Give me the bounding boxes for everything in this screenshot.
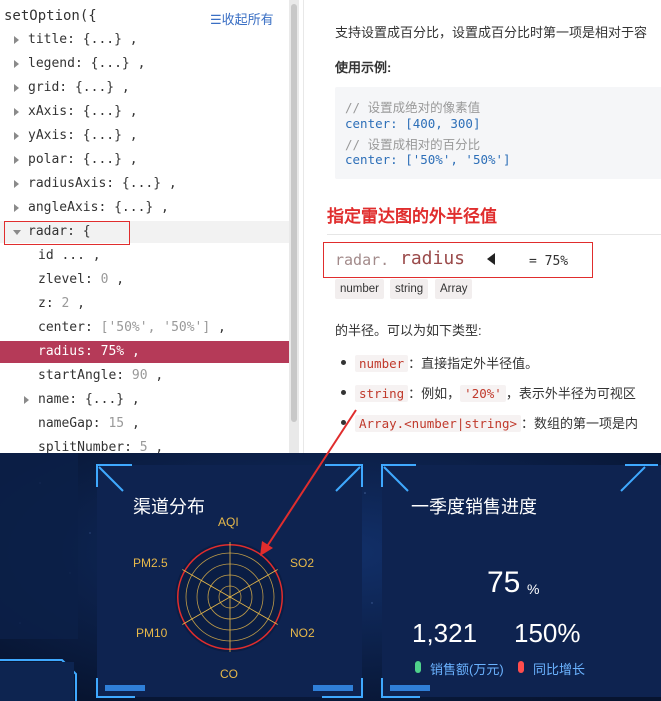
legend-growth-marker [518,661,524,673]
tree-item-grid[interactable]: grid: {...} , [0,77,289,99]
tree-root-label: setOption({ [4,8,97,24]
doc-panel: 支持设置成百分比，设置成百分比时第一项是相对于容 使用示例: // 设置成绝对的… [303,0,661,453]
radar-indicator-pm25: PM2.5 [133,556,168,570]
progress-percent: 75 [487,566,521,599]
divider [303,0,304,453]
radar-indicator-pm10: PM10 [136,626,168,640]
tree-item-name[interactable]: name: {...} , [0,389,289,411]
usage-title: 使用示例: [335,60,392,75]
dashboard: 渠道分布 AQI SO2 NO2 CO PM10 PM2.5 一季度销售进度 7… [0,453,661,701]
expand-icon [14,180,19,188]
progress-percent-unit: % [527,581,540,597]
tree-item-z[interactable]: z: 2 , [0,293,289,315]
panel1-title: 渠道分布 [133,497,205,517]
type-tag-number: number [335,279,384,299]
heading-rule [327,234,661,235]
tree-item-yaxis[interactable]: yAxis: {...} , [0,125,289,147]
section-heading: 指定雷达图的外半径值 [327,207,497,227]
radar-indicator-co: CO [220,667,238,681]
tree-item-center[interactable]: center: ['50%', '50%'] , [0,317,289,339]
tree-scrollbar-thumb[interactable] [291,4,297,422]
radar-indicator-no2: NO2 [290,626,315,640]
expand-icon [14,132,19,140]
legend-sales-marker [415,661,421,673]
sales-value: 1,321 [412,618,478,648]
bullet-string: string ：例如， '20%' ，表示外半径为可视区 [355,383,636,402]
option-tree: setOption({ ☰收起所有 title: {...} , legend:… [0,0,300,453]
tree-item-title[interactable]: title: {...} , [0,29,289,51]
bullet-array: Array.<number|string> ：数组的第一项是内 [355,413,638,432]
panel2-title: 一季度销售进度 [411,497,537,517]
expand-icon [14,84,19,92]
bullet-number: number ：直接指定外半径值。 [355,353,538,372]
doc-intro-text: 支持设置成百分比，设置成百分比时第一项是相对于容 [335,25,648,40]
expand-icon [14,108,19,116]
expand-icon [24,396,29,404]
tree-item-angleaxis[interactable]: angleAxis: {...} , [0,197,289,219]
collapse-triangle-icon[interactable] [487,253,495,265]
tree-item-splitnumber[interactable]: splitNumber: 5 , [0,437,289,453]
tree-item-id[interactable]: id ... , [0,245,289,267]
bullet-dot [341,390,346,395]
doc-description: 的半径。可以为如下类型: [335,323,482,338]
legend-sales-label: 销售额(万元) [430,662,504,677]
prop-prefix: radar. [335,251,390,269]
radar-indicator-so2: SO2 [290,556,315,570]
tree-item-zlevel[interactable]: zlevel: 0 , [0,269,289,291]
tree-item-xaxis[interactable]: xAxis: {...} , [0,101,289,123]
expand-icon [14,36,19,44]
bullet-dot [341,420,346,425]
radar-chart [175,542,285,652]
expand-icon [14,60,19,68]
tree-item-radius-selected[interactable]: radius: 75% , [0,341,289,363]
tree-item-legend[interactable]: legend: {...} , [0,53,289,75]
expand-icon [14,204,19,212]
prop-value: = 75% [529,254,569,269]
collapse-all-button[interactable]: ☰收起所有 [210,9,274,28]
radar-annotation-box [4,221,130,245]
growth-value: 150% [514,618,581,648]
radar-indicator-aqi: AQI [218,515,239,529]
tree-item-polar[interactable]: polar: {...} , [0,149,289,171]
tree-item-startangle[interactable]: startAngle: 90 , [0,365,289,387]
tree-item-radiusaxis[interactable]: radiusAxis: {...} , [0,173,289,195]
expand-icon [14,156,19,164]
type-tag-string: string [390,279,429,299]
radius-annotation-box: radar. radius = 75% [323,242,593,278]
legend-growth-label: 同比增长 [533,662,586,677]
code-example: // 设置成绝对的像素值 center: [400, 300] // 设置成相对… [335,87,661,179]
prop-name: radius [400,248,466,269]
bullet-dot [341,360,346,365]
tree-item-namegap[interactable]: nameGap: 15 , [0,413,289,435]
type-tag-array: Array [435,279,473,299]
